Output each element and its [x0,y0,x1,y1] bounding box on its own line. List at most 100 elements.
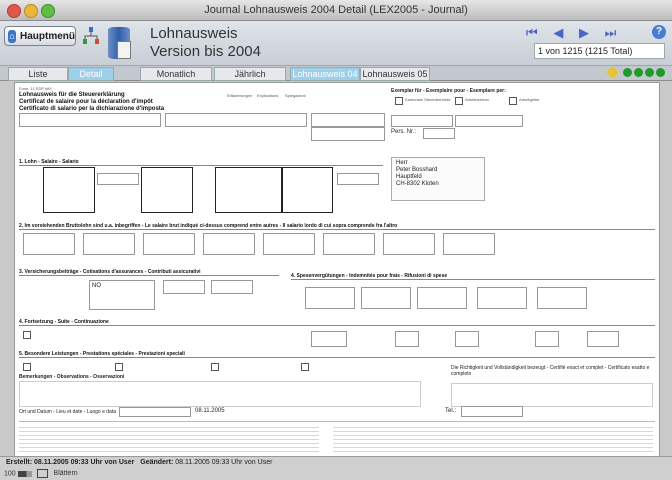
form-title-fr: Certificat de salaire pour la déclaratio… [19,99,153,105]
footnotes-divider [19,421,655,422]
section-2-field-h[interactable] [443,233,495,255]
place-field[interactable] [119,407,191,417]
divider [19,229,655,230]
main-menu-label: Hauptmenü [20,30,75,42]
remarks-field[interactable] [19,381,421,407]
page-title-line2: Version bis 2004 [150,43,261,60]
continuation-field-e[interactable] [587,331,619,347]
copy-tax-checkbox[interactable] [395,97,403,105]
address-box: Herr Peter Bosshard Hauptfeld CH-8302 Kl… [391,157,485,201]
page-title: Lohnausweis Version bis 2004 [150,25,261,61]
copy-employer-label: Arbeitgeber [519,97,540,102]
special-benefit-checkbox-3[interactable] [211,363,219,371]
database-icon [108,27,131,59]
allowance-box[interactable] [141,167,193,213]
copy-employer-checkbox[interactable] [509,97,517,105]
help-icon[interactable]: ? [652,25,666,39]
form-number: Form. 11 EDP d/f/i [19,86,52,91]
ahv-number-field[interactable] [391,115,453,127]
window-title: Journal Lohnausweis 2004 Detail (LEX2005… [204,4,468,16]
certification-note: Die Richtigkeit und Vollständigkeit beze… [451,365,650,377]
bonus-box[interactable] [215,167,283,213]
total-salary-box[interactable] [281,167,333,213]
copy-tax-label: Kantonale Steuerbehörde [405,97,451,102]
first-record-icon[interactable]: ⏮ [526,25,538,40]
bvg-contribution-field[interactable] [163,280,205,294]
next-record-icon[interactable]: ▶ [579,25,589,40]
changed-label: Geändert: [140,459,174,466]
record-count: 1 von 1215 (1215 Total) [534,43,665,59]
created-text: Erstellt: 08.11.2005 09:33 Uhr von User [6,459,135,466]
status-dot-icon [656,68,665,77]
pers-nr-field[interactable] [423,128,455,139]
tab-liste[interactable]: Liste [8,67,68,81]
tree-icon[interactable] [82,26,100,46]
section-2-field-d[interactable] [203,233,255,255]
tel-field[interactable] [461,406,523,417]
section-2-field-a[interactable] [23,233,75,255]
signature-field[interactable] [451,383,653,407]
edit-pencil-icon[interactable] [606,66,619,79]
place-date-value: 08.11.2005 [195,408,225,414]
employment-period-field[interactable] [165,113,307,127]
zoom-slider-icon[interactable] [17,470,32,477]
ahv-contribution-value: NO [92,283,101,289]
address-line-4: CH-8302 Kloten [396,181,439,187]
date-from-field[interactable] [311,113,385,127]
divider [19,165,383,166]
copies-title: Exemplar für - Exemplaire pour - Esempla… [391,88,506,94]
section-2-field-f[interactable] [323,233,375,255]
tab-detail[interactable]: Detail [68,67,114,81]
section-2-field-c[interactable] [143,233,195,255]
pers-nr-label: Pers. Nr.: [391,129,417,135]
date-to-field[interactable] [311,127,385,141]
explanation-label-fr: Explications [257,93,279,98]
tab-monatlich[interactable]: Monatlich [140,67,212,81]
expense-field-b[interactable] [361,287,411,309]
title-bar: Journal Lohnausweis 2004 Detail (LEX2005… [0,0,672,21]
expense-field-d[interactable] [477,287,527,309]
benefits-field[interactable] [97,173,139,185]
zoom-level[interactable]: 100 [4,470,16,477]
address-line-2: Peter Bosshard [396,167,438,173]
previous-record-icon[interactable]: ◀ [553,25,563,40]
mode-icon[interactable] [36,469,48,478]
gross-salary-box[interactable] [43,167,95,213]
section-2-field-g[interactable] [383,233,435,255]
home-icon: ⌂ [8,29,16,43]
tab-lohnausweis-05[interactable]: Lohnausweis 05 [360,67,430,81]
employer-field[interactable] [19,113,161,127]
form-title-it: Certificato di salario per la dichiarazi… [19,106,165,112]
continuation-field-b[interactable] [395,331,419,347]
special-benefit-checkbox-2[interactable] [115,363,123,371]
ahv-contribution-field[interactable]: NO [89,280,155,310]
salary-certificate-form: Form. 11 EDP d/f/i Lohnausweis für die S… [14,82,660,458]
divider [19,357,655,358]
status-dot-icon [645,68,654,77]
special-benefit-checkbox-1[interactable] [23,363,31,371]
expense-field-e[interactable] [537,287,587,309]
copy-employee-label: Arbeitnehmer [465,97,490,102]
sales-tax-field[interactable] [337,173,379,185]
last-record-icon[interactable]: ⏭ [605,25,617,40]
section-2-field-e[interactable] [263,233,315,255]
address-line-3: Hauptfeld [396,174,422,180]
created-info: Erstellt: 08.11.2005 09:33 Uhr von User … [6,459,272,466]
divider [291,279,655,280]
copy-employee-checkbox[interactable] [455,97,463,105]
other-contribution-field[interactable] [211,280,253,294]
section-2-field-b[interactable] [83,233,135,255]
continuation-field-a[interactable] [311,331,347,347]
main-menu-button[interactable]: ⌂ Hauptmenü [4,26,76,46]
tab-jaehrlich[interactable]: Jährlich [214,67,286,81]
ahv-number-new-field[interactable] [455,115,523,127]
continuation-field-c[interactable] [455,331,479,347]
expense-field-a[interactable] [305,287,355,309]
continuation-checkbox[interactable] [23,331,31,339]
tab-lohnausweis-04[interactable]: Lohnausweis 04 [290,67,360,81]
app-header: ⌂ Hauptmenü Lohnausweis Version bis 2004… [0,21,672,66]
special-benefit-checkbox-4[interactable] [301,363,309,371]
continuation-field-d[interactable] [535,331,559,347]
explanation-label-it: Spiegazioni [285,93,306,98]
expense-field-c[interactable] [417,287,467,309]
